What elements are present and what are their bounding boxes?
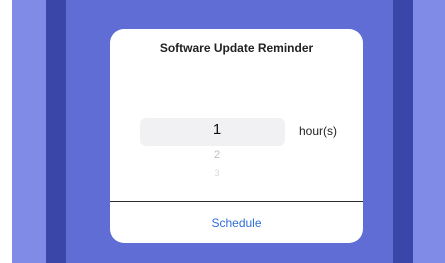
picker-option[interactable]: 3 [202, 168, 232, 178]
background-right-band [413, 0, 445, 263]
background-left-band [12, 0, 46, 263]
hour-picker[interactable]: 1 hour(s) 2 3 [110, 81, 363, 199]
picker-option[interactable]: 2 [202, 149, 232, 161]
dialog-title: Software Update Reminder [159, 41, 314, 55]
background-dark-left-band [46, 0, 66, 263]
picker-unit-label: hour(s) [299, 124, 338, 138]
picker-selected-value[interactable]: 1 [202, 121, 232, 138]
reminder-dialog: Software Update Reminder 1 hour(s) 2 3 S… [110, 29, 363, 243]
schedule-button[interactable]: Schedule [110, 202, 363, 243]
background-dark-right-band [393, 0, 413, 263]
